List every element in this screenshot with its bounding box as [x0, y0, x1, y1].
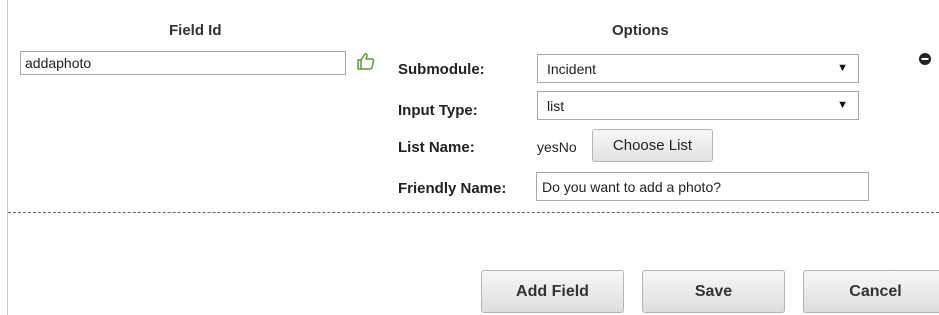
input-type-value: list [547, 98, 565, 114]
submodule-value: Incident [547, 61, 597, 77]
field-divider [8, 212, 939, 213]
field-id-header: Field Id [169, 22, 222, 39]
input-type-select[interactable]: list ▼ [537, 91, 859, 120]
save-button[interactable]: Save [642, 270, 785, 313]
choose-list-button[interactable]: Choose List [592, 129, 713, 162]
cancel-button[interactable]: Cancel [803, 270, 939, 313]
submodule-select[interactable]: Incident ▼ [537, 54, 859, 83]
options-header: Options [612, 22, 669, 39]
add-field-button[interactable]: Add Field [481, 270, 624, 313]
friendly-name-label: Friendly Name: [398, 180, 507, 197]
submodule-label: Submodule: [398, 61, 485, 78]
list-name-label: List Name: [398, 139, 475, 156]
left-border [7, 0, 8, 315]
dropdown-arrow-icon: ▼ [837, 62, 848, 74]
minus-circle-icon[interactable] [919, 53, 931, 65]
dropdown-arrow-icon: ▼ [837, 99, 848, 111]
input-type-label: Input Type: [398, 102, 478, 119]
list-name-value: yesNo [537, 139, 577, 155]
field-id-input[interactable] [20, 51, 346, 75]
friendly-name-input[interactable] [536, 172, 869, 201]
thumbs-up-icon [357, 53, 375, 70]
